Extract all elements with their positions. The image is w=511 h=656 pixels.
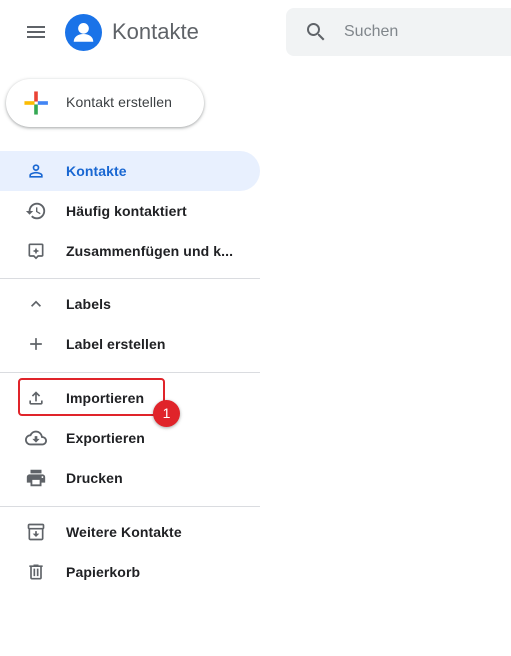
- app-title: Kontakte: [112, 19, 199, 44]
- main-menu-button[interactable]: [16, 12, 56, 52]
- nav-label-print: Drucken: [66, 470, 123, 486]
- contacts-logo-icon[interactable]: [65, 14, 102, 51]
- nav-item-kontakte[interactable]: Kontakte: [0, 151, 260, 191]
- search-box[interactable]: [286, 8, 511, 56]
- person-icon: [24, 159, 48, 183]
- search-input[interactable]: [344, 18, 511, 46]
- archive-icon: [24, 520, 48, 544]
- nav-item-trash[interactable]: Papierkorb: [0, 552, 260, 592]
- search-icon[interactable]: [304, 20, 328, 44]
- nav-label-create-label: Label erstellen: [66, 336, 166, 352]
- highlight-box-import: [18, 378, 165, 416]
- nav-label-labels: Labels: [66, 296, 111, 312]
- nav-item-create-label[interactable]: Label erstellen: [0, 324, 260, 364]
- colored-plus-icon: [24, 91, 48, 115]
- print-icon: [24, 466, 48, 490]
- nav-label-merge-fix: Zusammenfügen und k...: [66, 243, 234, 259]
- step-badge: 1: [153, 400, 180, 427]
- trash-icon: [24, 560, 48, 584]
- nav-item-labels[interactable]: Labels: [0, 284, 260, 324]
- cloud-download-icon: [24, 426, 48, 450]
- history-icon: [24, 199, 48, 223]
- create-contact-button[interactable]: Kontakt erstellen: [6, 79, 204, 127]
- nav-label-other-contacts: Weitere Kontakte: [66, 524, 182, 540]
- nav-item-print[interactable]: Drucken: [0, 458, 260, 498]
- plus-icon: [24, 332, 48, 356]
- nav-item-frequently-contacted[interactable]: Häufig kontaktiert: [0, 191, 260, 231]
- nav-label-trash: Papierkorb: [66, 564, 141, 580]
- nav-item-other-contacts[interactable]: Weitere Kontakte: [0, 512, 260, 552]
- nav-item-merge-fix[interactable]: Zusammenfügen und k...: [0, 231, 260, 271]
- create-contact-label: Kontakt erstellen: [66, 94, 172, 110]
- nav-item-export[interactable]: Exportieren: [0, 418, 260, 458]
- hamburger-menu-icon: [27, 26, 45, 38]
- divider: [0, 506, 260, 507]
- divider: [0, 372, 260, 373]
- top-bar: Kontakte: [0, 0, 511, 64]
- nav-label-frequently-contacted: Häufig kontaktiert: [66, 203, 187, 219]
- nav-label-kontakte: Kontakte: [66, 163, 127, 179]
- merge-icon: [24, 239, 48, 263]
- nav-label-export: Exportieren: [66, 430, 145, 446]
- chevron-up-icon: [24, 292, 48, 316]
- divider: [0, 278, 260, 279]
